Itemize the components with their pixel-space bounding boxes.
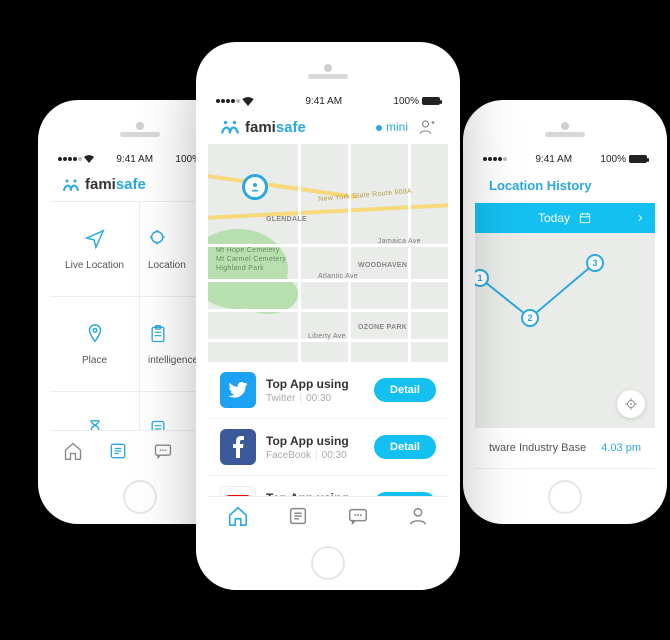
wifi-icon (242, 97, 254, 106)
pin-icon (84, 323, 106, 345)
history-row[interactable]: me2.16 pm (475, 469, 655, 474)
chevron-right-icon (635, 213, 645, 223)
location-icon (148, 228, 170, 250)
phone-center: 9:41 AM 100% famisafe mini GL (196, 42, 460, 590)
date-picker-bar[interactable]: Today (475, 203, 655, 233)
brand-header: famisafe mini (208, 110, 448, 144)
tab-list[interactable] (108, 441, 128, 465)
map-label: New York State Route 908A (318, 188, 413, 203)
clipboard-icon (148, 323, 168, 345)
phone-right: 9:41 AM 100% Location History Today Jama… (463, 100, 667, 524)
app-row-facebook[interactable]: Top App usingFaceBook|00:30 Detail (208, 419, 448, 476)
list-icon (108, 441, 128, 461)
person-icon (407, 505, 429, 527)
map-label: OZONE PARK (358, 324, 407, 331)
status-bar: 9:41 AM 100% (475, 150, 655, 168)
add-person-icon[interactable] (418, 118, 436, 136)
logo: famisafe (62, 176, 146, 193)
tab-profile[interactable] (407, 505, 429, 532)
app-title: Top App using (266, 434, 364, 448)
tab-chat[interactable] (153, 441, 173, 465)
tab-home[interactable] (227, 505, 249, 532)
cell-label: Live Location (65, 260, 124, 271)
wifi-icon (84, 155, 94, 163)
facebook-icon (220, 429, 256, 465)
calendar-icon (578, 211, 592, 225)
home-icon (63, 441, 83, 461)
route-node[interactable]: 2 (521, 309, 539, 327)
date-label: Today (538, 211, 570, 225)
map-label: GLENDALE (266, 216, 307, 223)
location-history-title: Location History (475, 168, 655, 203)
app-title: Top App using (266, 377, 364, 391)
home-icon (227, 505, 249, 527)
logo-icon (220, 119, 240, 135)
twitter-icon (220, 372, 256, 408)
map-label: Atlantic Ave (318, 273, 358, 280)
app-row-twitter[interactable]: Top App usingTwitter|00:30 Detail (208, 362, 448, 419)
detail-button[interactable]: Detail (374, 435, 436, 459)
chat-icon (347, 505, 369, 527)
cell-label: Location (148, 260, 186, 271)
status-bar: 9:41 AM 100% (208, 92, 448, 110)
route-node[interactable]: 3 (586, 254, 604, 272)
status-time: 9:41 AM (305, 96, 342, 107)
logo: famisafe (220, 119, 306, 136)
map-label: Mt Hope Cemetery Mt Carmel Cemetery High… (216, 246, 286, 273)
history-map[interactable]: Jamaica Ave Atlantic Ave Liberty Ave WOO… (475, 233, 655, 428)
logo-icon (62, 178, 80, 192)
tab-chat[interactable] (347, 505, 369, 532)
recenter-button[interactable] (617, 390, 645, 418)
grid-live-location[interactable]: Live Location (50, 202, 140, 297)
battery-pct: 100% (393, 96, 419, 107)
tab-home[interactable] (63, 441, 83, 465)
current-location-pin[interactable] (242, 174, 268, 200)
cell-label: intelligence (148, 355, 198, 366)
profile-selector[interactable]: mini (376, 120, 408, 134)
compass-icon (84, 228, 106, 250)
list-icon (287, 505, 309, 527)
map-label: WOODHAVEN (358, 262, 407, 269)
grid-place[interactable]: Place (50, 297, 140, 392)
history-row[interactable]: tware Industry Base4.03 pm (475, 428, 655, 469)
map-label: Liberty Ave (308, 333, 346, 340)
cell-label: Place (82, 355, 107, 366)
status-time: 9:41 AM (535, 154, 572, 165)
tab-list[interactable] (287, 505, 309, 532)
live-map[interactable]: GLENDALE WOODHAVEN OZONE PARK Mt Hope Ce… (208, 144, 448, 362)
status-time: 9:41 AM (116, 154, 153, 165)
chat-icon (153, 441, 173, 461)
tab-bar (208, 496, 448, 540)
crosshair-icon (624, 397, 638, 411)
detail-button[interactable]: Detail (374, 378, 436, 402)
map-label: Jamaica Ave (378, 238, 421, 245)
